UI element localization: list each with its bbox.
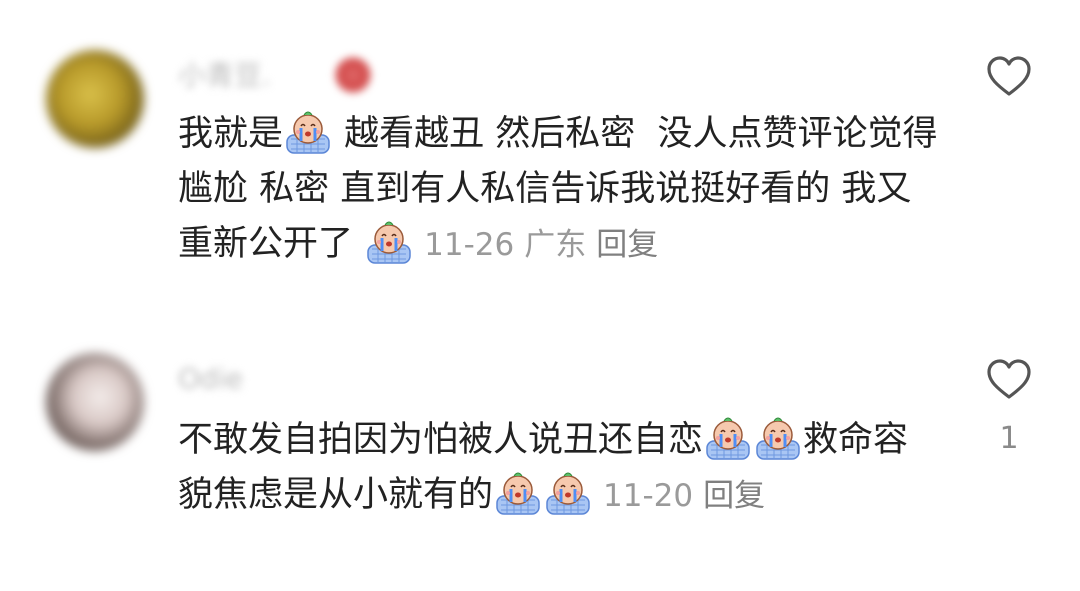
comment-text: 不敢发自拍因为怕被人说丑还自恋 救命容貌焦虑是从小就有的 11-20 回复	[178, 413, 938, 524]
avatar[interactable]	[46, 50, 144, 148]
comment-text: 我就是 越看越丑 然后私密 没人点赞评论觉得尴尬 私密 直到有人私信告诉我说挺好…	[178, 107, 938, 273]
flower-emoji-icon	[335, 57, 371, 93]
comment-location: 广东	[524, 227, 587, 263]
heart-outline-icon[interactable]	[985, 356, 1033, 404]
avatar[interactable]	[46, 353, 144, 451]
comment-date: 11-26	[424, 227, 515, 263]
crying-baby-emoji	[494, 470, 542, 516]
comment-date: 11-20	[603, 478, 694, 514]
crying-baby-emoji	[544, 470, 592, 516]
crying-baby-emoji	[284, 109, 332, 155]
like-count: 1	[999, 421, 1019, 456]
reply-button[interactable]: 回复	[596, 227, 658, 263]
comment-text-part: 不敢发自拍因为怕被人说丑还自恋	[178, 420, 704, 460]
crying-baby-emoji	[704, 415, 752, 461]
crying-baby-emoji	[365, 219, 413, 265]
username[interactable]: Odie	[178, 362, 243, 395]
comment-item: Odie 不敢发自拍因为怕被人说丑还自恋 救命容貌焦虑是从小就有的 11-20 回复 …	[0, 310, 1080, 591]
heart-outline-icon[interactable]	[985, 53, 1033, 101]
reply-button[interactable]: 回复	[703, 478, 765, 514]
comment-text-part: 我就是	[178, 114, 284, 154]
crying-baby-emoji	[754, 415, 802, 461]
comment-item: 小青豆. 我就是 越看越丑 然后私密 没人点赞评论觉得尴尬 私密 直到有人私信告…	[0, 0, 1080, 310]
username[interactable]: 小青豆.	[178, 54, 271, 94]
